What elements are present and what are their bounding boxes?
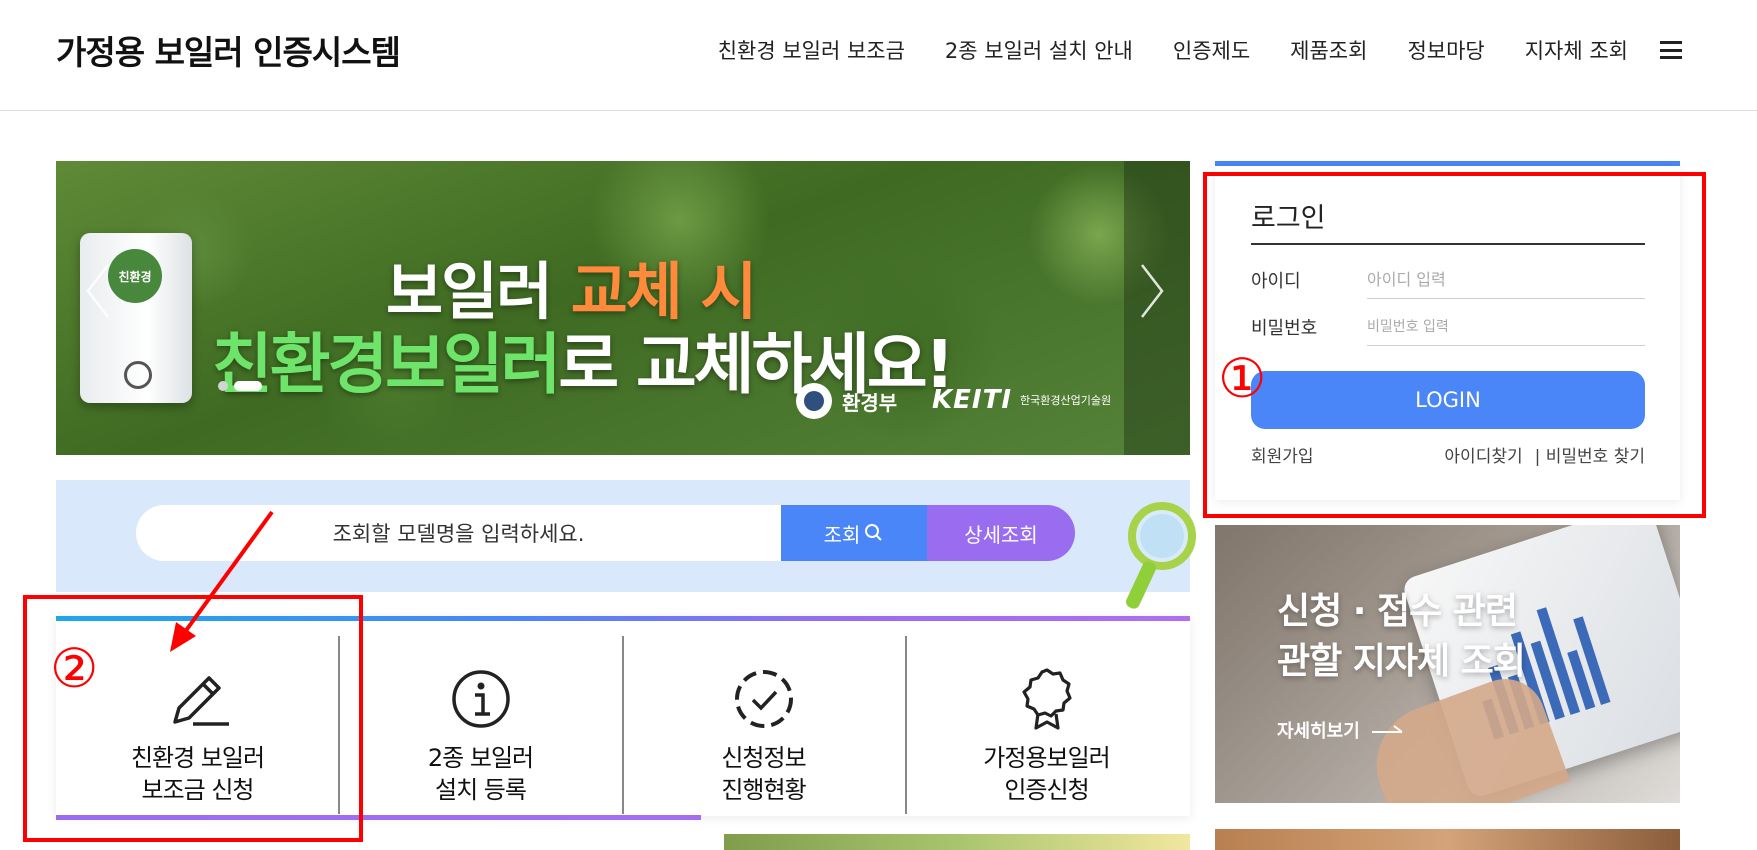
annotation-box-login — [1203, 172, 1706, 518]
banner-prev-arrow-icon[interactable] — [84, 261, 112, 321]
banner-dot-1[interactable] — [218, 381, 228, 391]
keiti-wordmark: KEITI — [932, 385, 1012, 415]
annotation-marker-1: ① — [1218, 347, 1267, 410]
nav-item-type2-install[interactable]: 2종 보일러 설치 안내 — [945, 35, 1133, 65]
nav-item-local-gov[interactable]: 지자체 조회 — [1525, 35, 1628, 65]
quick-item-label-line1: 가정용보일러 — [983, 744, 1110, 772]
more-link-label: 자세히보기 — [1277, 721, 1360, 742]
ministry-logo: 환경부 — [796, 383, 897, 419]
nav-item-subsidy[interactable]: 친환경 보일러 보조금 — [718, 35, 905, 65]
bottom-banner-image-2[interactable] — [1215, 829, 1680, 850]
hamburger-menu-icon[interactable] — [1660, 41, 1682, 59]
quick-item-label-line1: 신청정보 — [721, 744, 806, 772]
quick-item-label-line2: 인증신청 — [1004, 776, 1089, 804]
info-card-title-line1: 신청 · 접수 관련 — [1277, 591, 1518, 632]
header: 가정용 보일러 인증시스템 친환경 보일러 보조금 2종 보일러 설치 안내 인… — [0, 0, 1757, 111]
model-search-area: 조회할 모델명을 입력하세요. 조회 상세조회 — [56, 480, 1196, 609]
info-icon — [451, 670, 510, 728]
magnifier-icon — [1126, 502, 1196, 609]
quick-item-label: 가정용보일러인증신청 — [905, 742, 1188, 806]
main-nav: 친환경 보일러 보조금 2종 보일러 설치 안내 인증제도 제품조회 정보마당 … — [718, 0, 1682, 100]
quick-item-label-line1: 2종 보일러 — [427, 744, 534, 772]
info-card-more-link[interactable]: 자세히보기 — [1277, 717, 1404, 743]
detail-search-button[interactable]: 상세조회 — [927, 505, 1075, 561]
quick-item-label-line2: 설치 등록 — [435, 776, 527, 804]
bottom-banner-image-1[interactable] — [724, 834, 1190, 850]
info-card-title: 신청 · 접수 관련관할 지자체 조회 — [1277, 587, 1526, 687]
site-title[interactable]: 가정용 보일러 인증시스템 — [56, 26, 401, 74]
banner-dot-2[interactable] — [234, 381, 262, 391]
search-icon — [865, 524, 883, 541]
keiti-logo: KEITI 한국환경산업기술원 — [932, 385, 1111, 415]
quick-item-certification-apply[interactable]: 가정용보일러인증신청 — [905, 636, 1188, 806]
boiler-knob-icon — [124, 361, 152, 389]
search-button-label: 조회 — [823, 522, 861, 547]
quick-item-type2-register[interactable]: 2종 보일러설치 등록 — [339, 636, 622, 806]
quick-item-application-status[interactable]: 신청정보진행현황 — [622, 636, 905, 806]
nav-item-info[interactable]: 정보마당 — [1407, 35, 1484, 65]
main-banner[interactable]: 친환경 보일러 교체 시 친환경보일러로 교체하세요! 환경부 KEITI 한국… — [56, 161, 1190, 455]
keiti-name: 한국환경산업기술원 — [1020, 394, 1112, 407]
quick-item-label: 신청정보진행현황 — [622, 742, 905, 806]
annotation-box-quick-item — [23, 595, 363, 842]
quick-item-label-line2: 진행현황 — [721, 776, 806, 804]
banner-headline-2-highlight: 친환경보일러 — [212, 326, 561, 403]
annotation-marker-2: ② — [50, 637, 99, 700]
nav-item-product-search[interactable]: 제품조회 — [1290, 35, 1367, 65]
banner-next-arrow-icon[interactable] — [1138, 261, 1166, 321]
nav-item-certification[interactable]: 인증제도 — [1173, 35, 1250, 65]
award-icon — [1021, 668, 1072, 730]
check-circle-icon — [734, 670, 793, 728]
eco-badge: 친환경 — [108, 249, 162, 303]
arrow-right-icon — [1371, 725, 1403, 733]
quick-item-label: 2종 보일러설치 등록 — [339, 742, 622, 806]
ministry-emblem-icon — [796, 383, 832, 419]
info-card-title-line2: 관할 지자체 조회 — [1277, 641, 1526, 682]
search-button[interactable]: 조회 — [781, 505, 927, 561]
local-gov-info-card[interactable]: 신청 · 접수 관련관할 지자체 조회 자세히보기 — [1215, 525, 1680, 803]
model-search-input[interactable]: 조회할 모델명을 입력하세요. — [136, 505, 781, 561]
banner-pagination — [218, 381, 262, 391]
ministry-name: 환경부 — [842, 390, 898, 415]
